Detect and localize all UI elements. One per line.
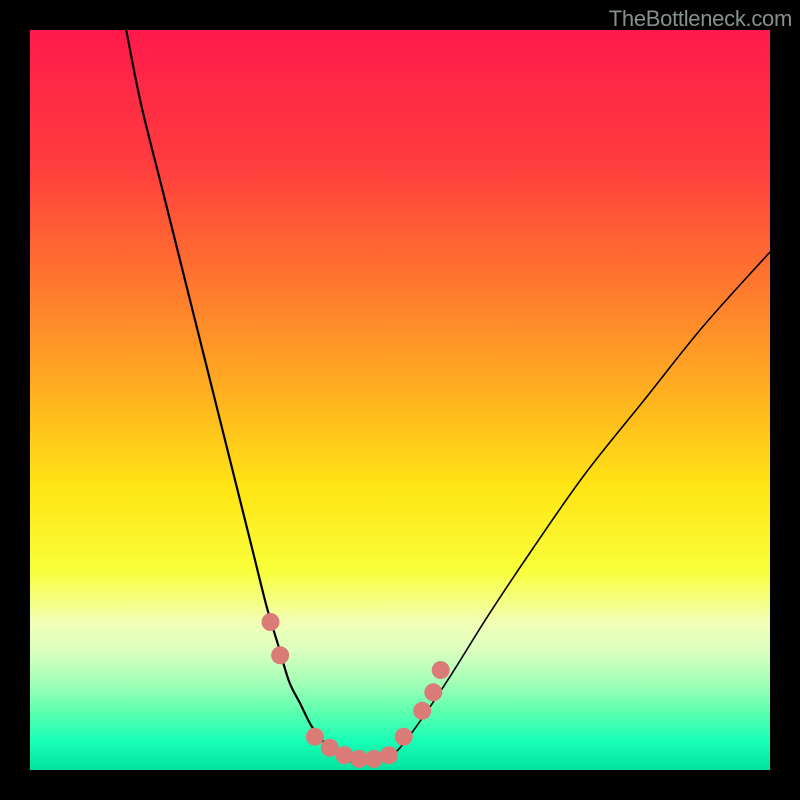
chart-container: TheBottleneck.com (0, 0, 800, 800)
right-marker-4 (432, 661, 450, 679)
watermark-text: TheBottleneck.com (609, 6, 792, 32)
bottom-marker-6 (380, 746, 398, 764)
bottom-marker-1 (306, 728, 324, 746)
left-marker-2 (271, 646, 289, 664)
right-marker-1 (395, 728, 413, 746)
plot-background (30, 30, 770, 770)
left-marker-1 (262, 613, 280, 631)
right-marker-2 (413, 702, 431, 720)
chart-svg (0, 0, 800, 800)
right-marker-3 (424, 683, 442, 701)
